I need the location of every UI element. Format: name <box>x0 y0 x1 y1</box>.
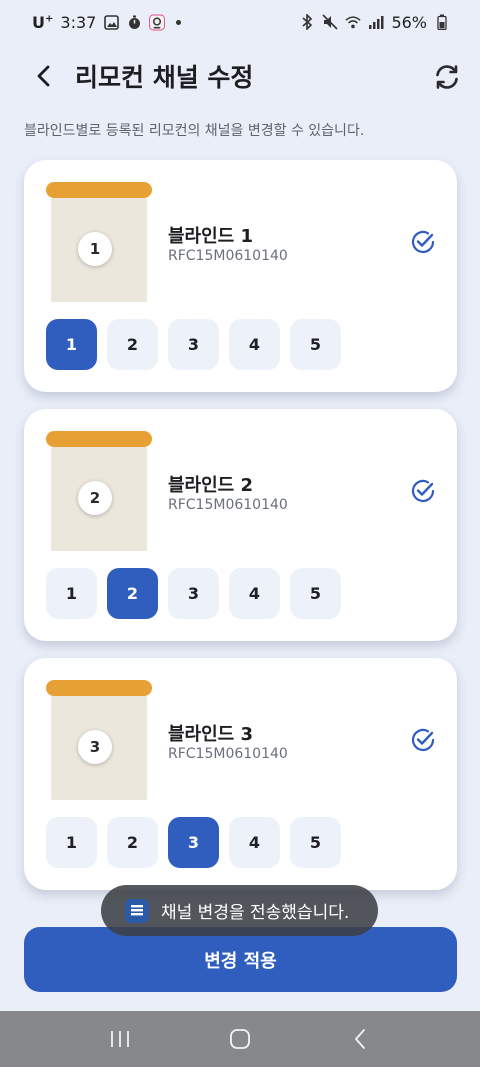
home-button[interactable] <box>220 1019 260 1059</box>
channel-selector: 1 2 3 4 5 <box>46 319 341 370</box>
channel-button-5[interactable]: 5 <box>290 319 341 370</box>
app-header: 리모컨 채널 수정 <box>0 50 480 102</box>
channel-button-3[interactable]: 3 <box>168 568 219 619</box>
app-notification-icon <box>149 14 166 30</box>
status-bar: U+ 3:37 56% <box>0 0 480 44</box>
channel-button-1[interactable]: 1 <box>46 319 97 370</box>
blind-card-1: 1 블라인드 1 RFC15M0610140 1 2 3 4 5 <box>24 160 457 392</box>
blind-thumbnail: 2 <box>46 431 152 551</box>
channel-selector: 1 2 3 4 5 <box>46 817 341 868</box>
back-button[interactable] <box>28 60 60 92</box>
status-right: 56% <box>299 13 450 32</box>
blind-rail <box>46 680 152 696</box>
carrier-plus: + <box>45 13 54 25</box>
wifi-icon <box>345 14 362 30</box>
blind-thumbnail: 3 <box>46 680 152 800</box>
blind-serial: RFC15M0610140 <box>168 497 288 513</box>
page-description: 블라인드별로 등록된 리모컨의 채널을 변경할 수 있습니다. <box>24 123 365 139</box>
app-icon <box>125 898 149 923</box>
blind-number-badge: 3 <box>78 730 112 764</box>
blind-name: 블라인드 3 <box>168 724 254 745</box>
refresh-button[interactable] <box>430 60 464 94</box>
toast-message: 채널 변경을 전송했습니다. <box>101 885 378 936</box>
blind-serial: RFC15M0610140 <box>168 248 288 264</box>
channel-button-1[interactable]: 1 <box>46 817 97 868</box>
channel-button-5[interactable]: 5 <box>290 568 341 619</box>
status-left: U+ 3:37 <box>32 12 182 32</box>
dot-icon <box>176 19 182 25</box>
channel-selector: 1 2 3 4 5 <box>46 568 341 619</box>
battery-percent: 56% <box>391 12 427 32</box>
channel-button-2[interactable]: 2 <box>107 319 158 370</box>
channel-button-2[interactable]: 2 <box>107 817 158 868</box>
bluetooth-icon <box>299 14 315 30</box>
mute-icon <box>322 14 339 30</box>
blind-name: 블라인드 1 <box>168 226 254 247</box>
channel-button-3[interactable]: 3 <box>168 319 219 370</box>
channel-button-4[interactable]: 4 <box>229 319 280 370</box>
recent-apps-icon <box>111 1031 129 1047</box>
channel-button-5[interactable]: 5 <box>290 817 341 868</box>
blind-card-3: 3 블라인드 3 RFC15M0610140 1 2 3 4 5 <box>24 658 457 890</box>
blind-name: 블라인드 2 <box>168 475 254 496</box>
refresh-icon <box>436 65 458 89</box>
home-icon <box>230 1029 250 1049</box>
gallery-icon <box>103 14 119 30</box>
blind-rail <box>46 182 152 198</box>
blind-number-badge: 2 <box>78 481 112 515</box>
blind-rail <box>46 431 152 447</box>
channel-button-1[interactable]: 1 <box>46 568 97 619</box>
channel-button-2[interactable]: 2 <box>107 568 158 619</box>
system-nav-bar <box>0 1011 480 1067</box>
battery-icon <box>434 14 450 30</box>
channel-button-4[interactable]: 4 <box>229 817 280 868</box>
carrier-text: U <box>32 12 45 32</box>
channel-button-3[interactable]: 3 <box>168 817 219 868</box>
check-circle-icon[interactable] <box>409 228 437 256</box>
timer-icon <box>126 14 142 30</box>
toast-text: 채널 변경을 전송했습니다. <box>161 903 350 923</box>
carrier-label: U+ <box>32 13 53 32</box>
check-circle-icon[interactable] <box>409 477 437 505</box>
back-icon <box>355 1029 365 1049</box>
check-circle-icon[interactable] <box>409 726 437 754</box>
chevron-left-icon <box>37 65 50 87</box>
blind-serial: RFC15M0610140 <box>168 746 288 762</box>
channel-button-4[interactable]: 4 <box>229 568 280 619</box>
blind-card-2: 2 블라인드 2 RFC15M0610140 1 2 3 4 5 <box>24 409 457 641</box>
signal-icon <box>368 14 384 30</box>
blind-number-badge: 1 <box>78 232 112 266</box>
blind-thumbnail: 1 <box>46 182 152 302</box>
recent-apps-button[interactable] <box>100 1019 140 1059</box>
system-back-button[interactable] <box>340 1019 380 1059</box>
page-title: 리모컨 채널 수정 <box>75 63 254 92</box>
clock: 3:37 <box>60 12 97 32</box>
apply-changes-button[interactable]: 변경 적용 <box>24 927 457 992</box>
